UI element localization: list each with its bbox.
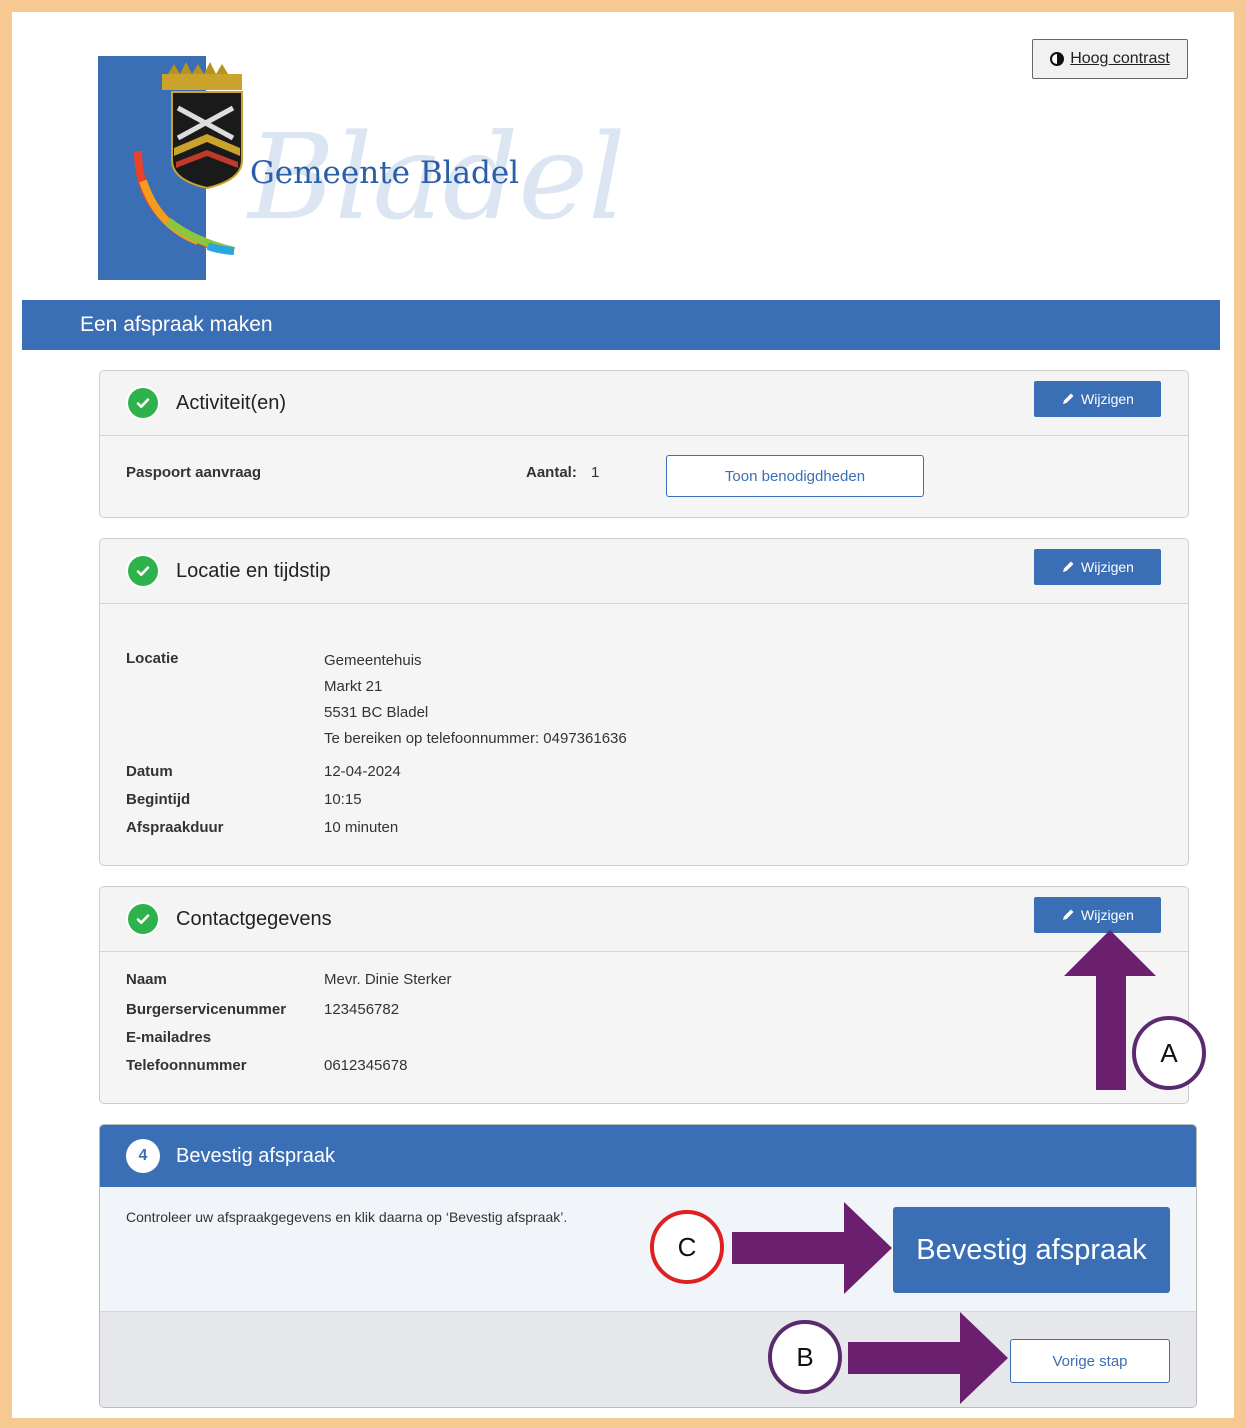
pencil-icon (1063, 561, 1074, 572)
confirm-instruction: Controleer uw afspraakgegevens en klik d… (126, 1209, 568, 1225)
bsn-label: Burgerservicenummer (126, 1001, 287, 1018)
start-time-label: Begintijd (126, 791, 191, 808)
phone-label: Telefoonnummer (126, 1057, 247, 1074)
contrast-icon (1050, 52, 1065, 66)
contact-title: Contactgegevens (176, 907, 332, 930)
confirm-panel: 4 Bevestig afspraak Controleer uw afspra… (99, 1124, 1197, 1408)
count-value: 1 (591, 464, 600, 481)
count-label: Aantal: (526, 464, 577, 481)
check-circle-icon (128, 388, 158, 418)
callout-b-label: B (796, 1341, 814, 1372)
location-name: Gemeentehuis (324, 652, 422, 669)
show-requirements-button[interactable]: Toon benodigdheden (666, 455, 924, 497)
callout-a: A (1132, 1016, 1206, 1090)
logo-title-text: Gemeente Bladel (250, 155, 519, 191)
location-city: 5531 BC Bladel (324, 704, 429, 721)
confirm-header: 4 Bevestig afspraak (100, 1125, 1196, 1187)
location-header: Locatie en tijdstip Wijzigen (100, 539, 1188, 604)
gemeente-bladel-logo[interactable]: Bladel Gemeente Bladel (98, 56, 638, 282)
previous-step-button[interactable]: Vorige stap (1010, 1339, 1170, 1383)
edit-label: Wijzigen (1081, 907, 1134, 923)
callout-a-label: A (1160, 1037, 1178, 1068)
high-contrast-label: Hoog contrast (1070, 50, 1170, 67)
page-title: Een afspraak maken (80, 313, 273, 336)
date-value: 12-04-2024 (324, 763, 401, 780)
location-street: Markt 21 (324, 678, 383, 695)
email-label: E-mailadres (126, 1029, 212, 1046)
edit-location-button[interactable]: Wijzigen (1034, 549, 1161, 585)
bsn-value: 123456782 (324, 1001, 400, 1018)
callout-c: C (650, 1210, 724, 1284)
location-phone: Te bereiken op telefoonnummer: 049736163… (324, 730, 627, 747)
confirm-title: Bevestig afspraak (176, 1144, 335, 1167)
contact-panel: Contactgegevens Wijzigen Naam Mevr. Dini… (99, 886, 1189, 1104)
step-number-badge: 4 (126, 1139, 160, 1173)
pencil-icon (1063, 909, 1074, 920)
edit-label: Wijzigen (1081, 391, 1134, 407)
callout-c-label: C (677, 1231, 697, 1262)
location-title: Locatie en tijdstip (176, 559, 331, 582)
name-label: Naam (126, 971, 167, 988)
name-value: Mevr. Dinie Sterker (324, 971, 452, 988)
location-panel: Locatie en tijdstip Wijzigen Locatie Gem… (99, 538, 1189, 866)
callout-b: B (768, 1320, 842, 1394)
date-label: Datum (126, 763, 173, 780)
edit-activities-button[interactable]: Wijzigen (1034, 381, 1161, 417)
page-title-banner: Een afspraak maken (22, 300, 1220, 350)
duration-value: 10 minuten (324, 819, 399, 836)
activities-title: Activiteit(en) (176, 391, 287, 414)
phone-value: 0612345678 (324, 1057, 408, 1074)
activities-header: Activiteit(en) Wijzigen (100, 371, 1188, 436)
activity-name: Paspoort aanvraag (126, 464, 262, 481)
check-circle-icon (128, 556, 158, 586)
high-contrast-button[interactable]: Hoog contrast (1032, 39, 1188, 79)
pencil-icon (1063, 393, 1074, 404)
confirm-appointment-button[interactable]: Bevestig afspraak (893, 1207, 1170, 1293)
duration-label: Afspraakduur (126, 819, 224, 836)
activities-panel: Activiteit(en) Wijzigen Paspoort aanvraa… (99, 370, 1189, 518)
location-label: Locatie (126, 650, 179, 667)
page: Bladel Gemeente Bladel Hoog contrast Een… (12, 12, 1234, 1418)
check-circle-icon (128, 904, 158, 934)
edit-label: Wijzigen (1081, 559, 1134, 575)
contact-header: Contactgegevens Wijzigen (100, 887, 1188, 952)
start-time-value: 10:15 (324, 791, 362, 808)
edit-contact-button[interactable]: Wijzigen (1034, 897, 1161, 933)
